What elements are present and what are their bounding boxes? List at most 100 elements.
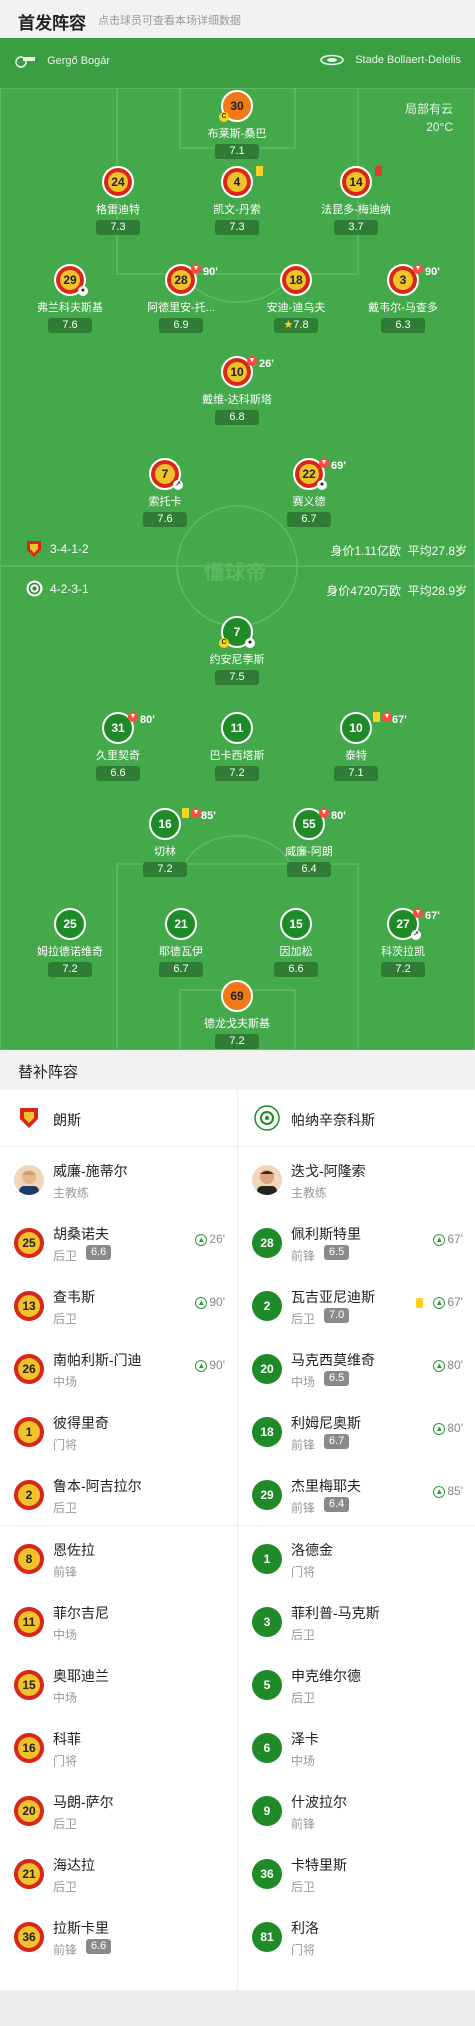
player-home-cb[interactable]: 4 凯文-丹索 7.3 [182, 166, 292, 235]
player-home-gk[interactable]: 30 C 布莱斯-桑巴 7.1 [182, 90, 292, 159]
player-home-lm[interactable]: 29 ● 弗兰科夫斯基 7.6 [15, 264, 125, 333]
away-coach-row[interactable]: 迭戈-阿隆索 主教练 [238, 1147, 475, 1210]
sub-player-row[interactable]: 1 洛德金 门将 [238, 1525, 475, 1589]
sub-player-row[interactable]: 3 菲利普-马克斯 后卫 [238, 1589, 475, 1652]
sub-shirt-number: 36 [252, 1859, 282, 1889]
sub-off-minute: 26' [259, 358, 274, 370]
player-home-cm-left[interactable]: 28 ▼ 90' 阿德里安-托... 6.9 [126, 264, 236, 333]
sub-player-name: 杰里梅耶夫 [291, 1478, 361, 1494]
shirt-number: 7 C ● [219, 616, 255, 648]
away-formation: 4-2-3-1 [50, 582, 89, 596]
sub-player-name: 恩佐拉 [53, 1542, 95, 1558]
sub-player-name: 佩利斯特里 [291, 1226, 361, 1242]
player-away-cb-left[interactable]: 21 耶德瓦伊 6.7 [126, 908, 236, 977]
player-away-lb[interactable]: 25 姆拉德诺维奇 7.2 [15, 908, 125, 977]
sub-shirt-number: 29 [252, 1480, 282, 1510]
sub-player-name: 申克维尔德 [291, 1668, 361, 1684]
sub-player-row[interactable]: 26 南帕利斯-门迪 中场 ▲ 90' [0, 1336, 237, 1399]
player-away-st[interactable]: 7 C ● 约安尼季斯 7.5 [182, 616, 292, 685]
player-rating: 7.5 [215, 670, 259, 685]
player-home-rm[interactable]: 3 ▼ 90' 戴韦尔-马查多 6.3 [348, 264, 458, 333]
sub-player-position: 前锋 [291, 1249, 316, 1263]
away-team-row[interactable]: 帕纳辛奈科斯 [238, 1090, 475, 1147]
sub-player-row[interactable]: 1 彼得里奇 门将 [0, 1399, 237, 1462]
player-home-cb-right[interactable]: 14 法昆多-梅迪纳 3.7 [301, 166, 411, 235]
sub-player-row[interactable]: 8 恩佐拉前锋 [0, 1525, 237, 1589]
sub-player-rating: 6.7 [324, 1434, 350, 1449]
sub-player-row[interactable]: 15 奥耶迪兰 中场 [0, 1652, 237, 1715]
sub-player-row[interactable]: 20 马克西莫维奇 中场 6.5 ▲ 80' [238, 1336, 475, 1399]
player-away-cam[interactable]: 11 巴卡西塔斯 7.2 [182, 712, 292, 781]
sub-shirt-number: 16 [14, 1733, 44, 1763]
sub-player-name: 瓦吉亚尼迪斯 [291, 1289, 375, 1305]
sub-shirt-number: 8 [14, 1544, 44, 1574]
away-crest-icon [254, 1105, 280, 1131]
home-crest-icon [20, 1108, 38, 1128]
player-home-cb-left[interactable]: 24 格雷迪特 7.3 [63, 166, 173, 235]
sub-in-minute: 90' [209, 1358, 225, 1372]
sub-player-row[interactable]: 2 鲁本-阿吉拉尔 后卫 [0, 1462, 237, 1525]
sub-player-name: 卡特里斯 [291, 1857, 347, 1873]
player-rating: 6.7 [287, 512, 331, 527]
sub-player-row[interactable]: 20 马朗-萨尔 后卫 [0, 1778, 237, 1841]
sub-player-row[interactable]: 36 拉斯卡里 前锋 6.6 [0, 1904, 237, 1967]
shirt-number: 15 [280, 908, 312, 940]
sub-player-name: 洛德金 [291, 1542, 333, 1558]
sub-in-icon: ▲ [195, 1234, 208, 1246]
sub-player-row[interactable]: 16 科菲 门将 [0, 1715, 237, 1778]
player-away-rb[interactable]: 27 ▼ ↗ 67' 科茨拉凯 7.2 [348, 908, 458, 977]
sub-player-rating: 6.6 [86, 1245, 112, 1260]
player-away-ram[interactable]: 10 ▼ 67' 泰特 7.1 [301, 712, 411, 781]
sub-player-position: 中场 [53, 1691, 78, 1705]
sub-player-row[interactable]: 18 利姆尼奥斯 前锋 6.7 ▲ 80' [238, 1399, 475, 1462]
sub-player-name: 泽卡 [291, 1731, 319, 1747]
shirt-number: 30 C [219, 90, 253, 122]
yellow-card-icon [256, 166, 263, 176]
player-name: 巴卡西塔斯 [209, 750, 265, 762]
venue: Stade Bollaert-Delelis [320, 54, 461, 66]
sub-in-time: ▲ 26' [195, 1232, 225, 1246]
player-home-cam[interactable]: 10 ▼ 26' 戴维-达科斯塔 6.8 [182, 356, 292, 425]
sub-player-position: 中场 [291, 1754, 316, 1768]
sub-player-row[interactable]: 25 胡桑诺夫 后卫 6.6 ▲ 26' [0, 1210, 237, 1273]
shirt-number-text: 28 [174, 273, 188, 287]
sub-player-row[interactable]: 81 利洛 门将 [238, 1904, 475, 1967]
sub-player-row[interactable]: 36 卡特里斯 后卫 [238, 1841, 475, 1904]
sub-player-row[interactable]: 28 佩利斯特里 前锋 6.5 ▲ 67' [238, 1210, 475, 1273]
player-name: 戴韦尔-马查多 [368, 302, 438, 314]
page-subtitle: 点击球员可查看本场详细数据 [98, 15, 241, 27]
player-away-cb-right[interactable]: 15 因加松 6.6 [241, 908, 351, 977]
player-away-dm-left[interactable]: 16 ▼ 85' 切林 7.2 [110, 808, 220, 877]
player-home-cm-right[interactable]: 18 安迪-迪乌夫 ★7.8 [241, 264, 351, 333]
player-rating: 6.7 [159, 962, 203, 977]
player-away-gk[interactable]: 69 德龙戈夫斯基 7.2 [182, 980, 292, 1049]
sub-player-row[interactable]: 11 菲尔吉尼 中场 [0, 1589, 237, 1652]
sub-player-row[interactable]: 2 瓦吉亚尼迪斯 后卫 7.0 ▲ 67' [238, 1273, 475, 1336]
sub-player-row[interactable]: 9 什波拉尔 前锋 [238, 1778, 475, 1841]
sub-player-name: 南帕利斯-门迪 [53, 1352, 142, 1368]
sub-player-position: 前锋 [291, 1438, 316, 1452]
player-rating: 7.3 [96, 220, 140, 235]
sub-player-row[interactable]: 5 申克维尔德 后卫 [238, 1652, 475, 1715]
sub-in-time: ▲ 90' [195, 1358, 225, 1372]
player-away-lam[interactable]: 31 ▼ 80' 久里契奇 6.6 [63, 712, 173, 781]
sub-player-rating: 7.0 [324, 1308, 350, 1323]
sub-player-row[interactable]: 21 海达拉 后卫 [0, 1841, 237, 1904]
sub-player-position: 前锋 [53, 1565, 78, 1579]
sub-player-row[interactable]: 29 杰里梅耶夫 前锋 6.4 ▲ 85' [238, 1462, 475, 1525]
home-team-row[interactable]: 朗斯 [0, 1090, 237, 1147]
top-bar: 首发阵容 点击球员可查看本场详细数据 [0, 0, 475, 38]
player-rating: 6.4 [287, 862, 331, 877]
shirt-number: 31 ▼ 80' [102, 712, 155, 744]
sub-player-row[interactable]: 13 查韦斯 后卫 ▲ 90' [0, 1273, 237, 1336]
home-coach-row[interactable]: 威廉-施蒂尔 主教练 [0, 1147, 237, 1210]
player-name: 索托卡 [148, 496, 182, 508]
player-home-st-right[interactable]: 22 ▼ ● 69' 赛义德 6.7 [254, 458, 364, 527]
player-name: 德龙戈夫斯基 [204, 1018, 270, 1030]
shirt-number: 3 ▼ 90' [387, 264, 440, 296]
sub-in-minute: 67' [447, 1295, 463, 1309]
player-away-dm-right[interactable]: 55 ▼ 80' 威廉-阿朗 6.4 [254, 808, 364, 877]
sub-player-position: 后卫 [53, 1880, 78, 1894]
sub-player-row[interactable]: 6 泽卡 中场 [238, 1715, 475, 1778]
player-home-st-left[interactable]: 7 ↗ 索托卡 7.6 [110, 458, 220, 527]
